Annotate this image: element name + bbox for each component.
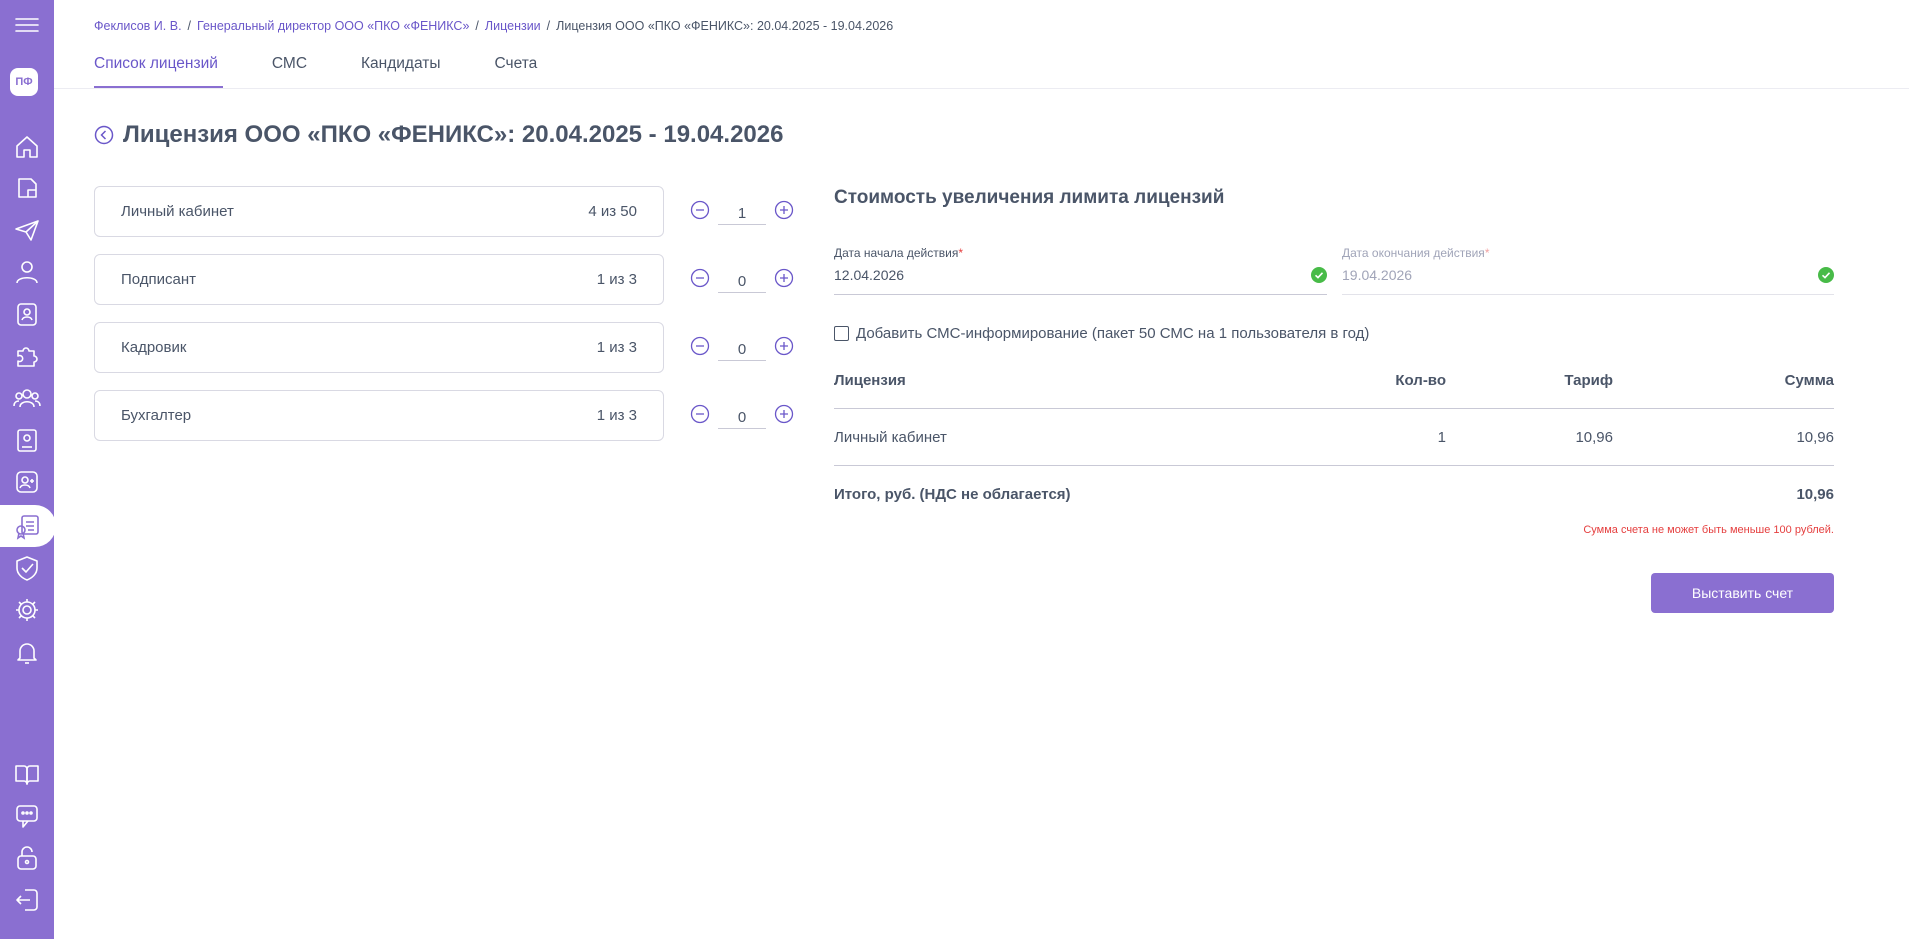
breadcrumb: Феклисов И. В. / Генеральный директор ООО … bbox=[94, 19, 893, 33]
quantity-input[interactable] bbox=[718, 203, 766, 225]
minus-circle-icon[interactable] bbox=[690, 200, 710, 220]
row-qty: 1 bbox=[1437, 429, 1446, 446]
license-name: Личный кабинет bbox=[121, 203, 234, 220]
quantity-stepper-accountant bbox=[690, 399, 794, 429]
quantity-input[interactable] bbox=[718, 339, 766, 361]
breadcrumb-licenses[interactable]: Лицензии bbox=[485, 19, 541, 33]
document-icon[interactable] bbox=[0, 167, 54, 209]
group-icon[interactable] bbox=[0, 377, 54, 419]
quantity-input[interactable] bbox=[718, 407, 766, 429]
tabs-divider bbox=[54, 88, 1909, 89]
row-license: Личный кабинет bbox=[834, 429, 947, 446]
send-icon[interactable] bbox=[0, 209, 54, 251]
quantity-input[interactable] bbox=[718, 271, 766, 293]
license-name: Бухгалтер bbox=[121, 407, 192, 424]
minus-circle-icon[interactable] bbox=[690, 336, 710, 356]
end-date-value: 19.04.2026 bbox=[1342, 267, 1413, 283]
header-tariff: Тариф bbox=[1564, 372, 1613, 389]
sms-option-checkbox[interactable]: Добавить СМС-информирование (пакет 50 СМ… bbox=[834, 325, 1369, 342]
plus-circle-icon[interactable] bbox=[774, 268, 794, 288]
back-arrow-icon[interactable] bbox=[94, 125, 114, 145]
license-usage: 1 из 3 bbox=[596, 271, 637, 288]
bell-icon[interactable] bbox=[0, 631, 54, 673]
breadcrumb-current: Лицензия ООО «ПКО «ФЕНИКС»: 20.04.2025 -… bbox=[556, 19, 894, 33]
row-tariff: 10,96 bbox=[1575, 429, 1613, 446]
tab-invoices[interactable]: Счета bbox=[495, 55, 538, 89]
gear-icon[interactable] bbox=[0, 589, 54, 631]
header-sum: Сумма bbox=[1784, 372, 1834, 389]
minus-circle-icon[interactable] bbox=[690, 268, 710, 288]
plus-circle-icon[interactable] bbox=[774, 200, 794, 220]
home-icon[interactable] bbox=[0, 126, 54, 168]
total-value: 10,96 bbox=[1796, 486, 1834, 503]
table-divider bbox=[834, 408, 1834, 409]
license-usage: 4 из 50 bbox=[588, 203, 637, 220]
profile-book-icon[interactable] bbox=[0, 419, 54, 461]
support-chat-icon[interactable] bbox=[0, 795, 54, 837]
license-name: Подписант bbox=[121, 271, 197, 288]
breadcrumb-user[interactable]: Феклисов И. В. bbox=[94, 19, 182, 33]
quantity-stepper-hr bbox=[690, 331, 794, 361]
logout-icon[interactable] bbox=[0, 879, 54, 921]
book-icon[interactable] bbox=[0, 753, 54, 795]
license-usage: 1 из 3 bbox=[596, 339, 637, 356]
quantity-stepper-personal-account bbox=[690, 195, 794, 225]
issue-invoice-button[interactable]: Выставить счет bbox=[1651, 573, 1834, 613]
puzzle-icon[interactable] bbox=[0, 335, 54, 377]
breadcrumb-organization[interactable]: Генеральный директор ООО «ПКО «ФЕНИКС» bbox=[197, 19, 469, 33]
license-row-signer: Подписант 1 из 3 bbox=[94, 254, 664, 305]
field-underline bbox=[834, 294, 1327, 295]
license-certificate-icon[interactable] bbox=[0, 505, 56, 547]
breadcrumb-separator: / bbox=[546, 19, 551, 33]
header-qty: Кол-во bbox=[1395, 372, 1446, 389]
lock-icon[interactable] bbox=[0, 837, 54, 879]
breadcrumb-separator: / bbox=[187, 19, 192, 33]
table-divider bbox=[834, 465, 1834, 466]
user-icon[interactable] bbox=[0, 251, 54, 293]
error-message: Сумма счета не может быть меньше 100 руб… bbox=[1583, 524, 1834, 536]
license-usage: 1 из 3 bbox=[596, 407, 637, 424]
menu-icon[interactable] bbox=[0, 4, 54, 46]
add-user-icon[interactable] bbox=[0, 461, 54, 503]
license-name: Кадровик bbox=[121, 339, 187, 356]
end-date-field: Дата окончания действия* 19.04.2026 bbox=[1342, 246, 1834, 295]
start-date-value[interactable]: 12.04.2026 bbox=[834, 267, 1327, 283]
license-row-accountant: Бухгалтер 1 из 3 bbox=[94, 390, 664, 441]
tab-license-list[interactable]: Список лицензий bbox=[94, 55, 223, 89]
sms-option-label: Добавить СМС-информирование (пакет 50 СМ… bbox=[856, 325, 1370, 342]
plus-circle-icon[interactable] bbox=[774, 404, 794, 424]
cost-panel-title: Стоимость увеличения лимита лицензий bbox=[834, 187, 1225, 208]
sidebar: ПФ bbox=[0, 0, 56, 939]
shield-icon[interactable] bbox=[0, 547, 54, 589]
valid-check-icon bbox=[1818, 267, 1834, 283]
valid-check-icon bbox=[1311, 267, 1327, 283]
checkbox-box[interactable] bbox=[834, 326, 849, 341]
end-date-label: Дата окончания действия* bbox=[1342, 246, 1490, 260]
license-row-personal-account: Личный кабинет 4 из 50 bbox=[94, 186, 664, 237]
header-license: Лицензия bbox=[834, 372, 906, 389]
table-row: Личный кабинет 1 10,96 10,96 bbox=[834, 429, 1834, 449]
license-row-hr: Кадровик 1 из 3 bbox=[94, 322, 664, 373]
breadcrumb-separator: / bbox=[475, 19, 479, 33]
row-sum: 10,96 bbox=[1796, 429, 1834, 446]
page-header: Лицензия ООО «ПКО «ФЕНИКС»: 20.04.2025 -… bbox=[94, 121, 783, 149]
tab-bar: Список лицензий СМС Кандидаты Счета bbox=[94, 55, 591, 89]
cost-table-header: Лицензия Кол-во Тариф Сумма bbox=[834, 372, 1834, 392]
minus-circle-icon[interactable] bbox=[690, 404, 710, 424]
start-date-label: Дата начала действия* bbox=[834, 246, 964, 260]
plus-circle-icon[interactable] bbox=[774, 336, 794, 356]
field-underline bbox=[1342, 294, 1834, 295]
total-label: Итого, руб. (НДС не облагается) bbox=[834, 486, 1071, 503]
tab-sms[interactable]: СМС bbox=[272, 55, 307, 89]
start-date-field[interactable]: Дата начала действия* 12.04.2026 bbox=[834, 246, 1327, 295]
tab-candidates[interactable]: Кандидаты bbox=[361, 55, 440, 89]
page-title: Лицензия ООО «ПКО «ФЕНИКС»: 20.04.2025 -… bbox=[123, 121, 784, 148]
employee-card-icon[interactable] bbox=[0, 293, 54, 335]
quantity-stepper-signer bbox=[690, 263, 794, 293]
table-total-row: Итого, руб. (НДС не облагается) 10,96 bbox=[834, 486, 1834, 506]
avatar[interactable]: ПФ bbox=[10, 68, 38, 96]
